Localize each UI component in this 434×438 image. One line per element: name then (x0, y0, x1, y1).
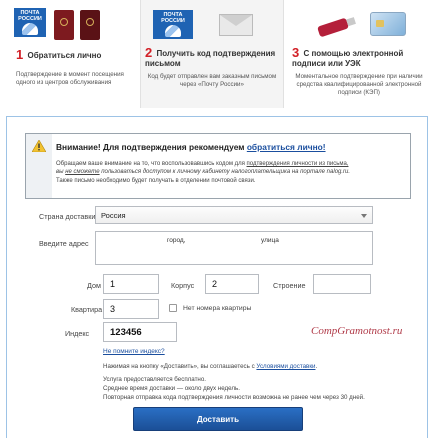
info-line-resend: Повторная отправка кода подтверждения ли… (103, 394, 365, 401)
warning-icon (32, 140, 46, 152)
terms-text: Нажимая на кнопку «Доставить», вы соглаш… (103, 363, 255, 370)
delivery-form-panel: Внимание! Для подтверждения рекомендуем … (6, 116, 428, 438)
no-apartment-checkbox[interactable] (169, 304, 177, 312)
chevron-down-icon (361, 214, 367, 218)
address-label: Введите адрес (39, 239, 89, 248)
option-in-person[interactable]: ПОЧТА РОССИИ 1 Обратиться лично Подтверж… (0, 0, 140, 108)
address-city-text: город, (167, 237, 186, 244)
option-3-number: 3 (292, 45, 300, 60)
forgot-index-link[interactable]: Не помните индекс? (103, 348, 165, 355)
usb-token-icon (317, 17, 349, 38)
passport-icon (54, 10, 74, 40)
pochta-logo-text: ПОЧТА РОССИИ (161, 12, 185, 24)
passport-back-icon (80, 10, 100, 40)
no-apartment-label[interactable]: Нет номера квартиры (183, 305, 251, 312)
visit-in-person-link[interactable]: обратиться лично! (247, 142, 326, 152)
country-select[interactable]: Россия (95, 206, 373, 224)
pochta-logo-icon: ПОЧТА РОССИИ (14, 8, 46, 37)
stroenie-label: Строение (273, 281, 306, 290)
option-1-description: Подтверждение в момент посещения одного … (16, 71, 124, 86)
option-1-title-text: Обратиться лично (27, 51, 102, 60)
kvartira-label: Квартира (71, 305, 103, 314)
option-1-number: 1 (16, 47, 24, 62)
option-1-icons: ПОЧТА РОССИИ (0, 6, 140, 46)
option-e-signature[interactable]: 3 С помощью электронной подписи или УЭК … (284, 0, 434, 108)
address-input[interactable] (95, 231, 373, 265)
notice-title: Внимание! Для подтверждения рекомендуем … (56, 142, 326, 152)
option-3-title-text: С помощью электронной подписи или УЭК (292, 49, 404, 68)
notice-title-text: Внимание! Для подтверждения рекомендуем (56, 142, 245, 152)
option-3-title: 3 С помощью электронной подписи или УЭК (284, 45, 434, 69)
address-street-text: улица (261, 237, 279, 244)
info-line-delivery-time: Среднее время доставки — около двух неде… (103, 385, 240, 392)
notice-line-2-b: не сможете (65, 169, 100, 176)
korpus-input[interactable]: 2 (205, 274, 259, 294)
option-2-number: 2 (145, 45, 153, 60)
option-3-icons (284, 6, 434, 46)
house-input[interactable]: 1 (103, 274, 159, 294)
notice-line-3: Также письмо необходимо будет получать в… (56, 177, 256, 184)
terms-suffix: . (315, 363, 318, 370)
option-letter[interactable]: ПОЧТА РОССИИ 2 Получить код подтверждени… (140, 0, 284, 108)
option-3-description: Моментальное подтверждение при наличии с… (295, 73, 423, 96)
watermark-text: CompGramotnost.ru (311, 325, 403, 337)
kvartira-input[interactable]: 3 (103, 299, 159, 319)
envelope-icon (219, 14, 253, 36)
index-label: Индекс (65, 329, 90, 338)
notice-line-1-underlined: подтверждения личности из письма, (246, 161, 349, 167)
notice-line-2-a: вы (56, 169, 64, 176)
option-2-title: 2 Получить код подтверждения письмом (141, 45, 283, 69)
option-2-icons: ПОЧТА РОССИИ (141, 6, 283, 46)
option-2-description: Код будет отправлен вам заказным письмом… (147, 73, 277, 88)
option-2-title-text: Получить код подтверждения письмом (145, 49, 276, 68)
pochta-logo-icon: ПОЧТА РОССИИ (153, 10, 193, 39)
pochta-logo-text: ПОЧТА РОССИИ (18, 10, 42, 22)
country-select-value: Россия (101, 210, 126, 220)
country-label: Страна доставки (39, 212, 96, 221)
option-1-title: 1 Обратиться лично (0, 47, 140, 62)
delivery-terms-link[interactable]: Условиями доставки (256, 363, 315, 370)
notice-line-1: Обращаем ваше внимание на то, что воспол… (56, 161, 245, 167)
notice-body: Обращаем ваше внимание на то, что воспол… (56, 160, 406, 185)
notice-line-2-c: пользоваться доступом к личному кабинету… (101, 169, 351, 176)
uek-card-icon (370, 12, 406, 36)
warning-notice: Внимание! Для подтверждения рекомендуем … (25, 133, 411, 199)
house-label: Дом (87, 281, 101, 290)
deliver-button[interactable]: Доставить (133, 407, 303, 431)
terms-line: Нажимая на кнопку «Доставить», вы соглаш… (103, 363, 317, 370)
stroenie-input[interactable] (313, 274, 371, 294)
korpus-label: Корпус (171, 281, 195, 290)
info-line-free: Услуга предоставляется бесплатно. (103, 376, 206, 383)
index-input[interactable]: 123456 (103, 322, 177, 342)
